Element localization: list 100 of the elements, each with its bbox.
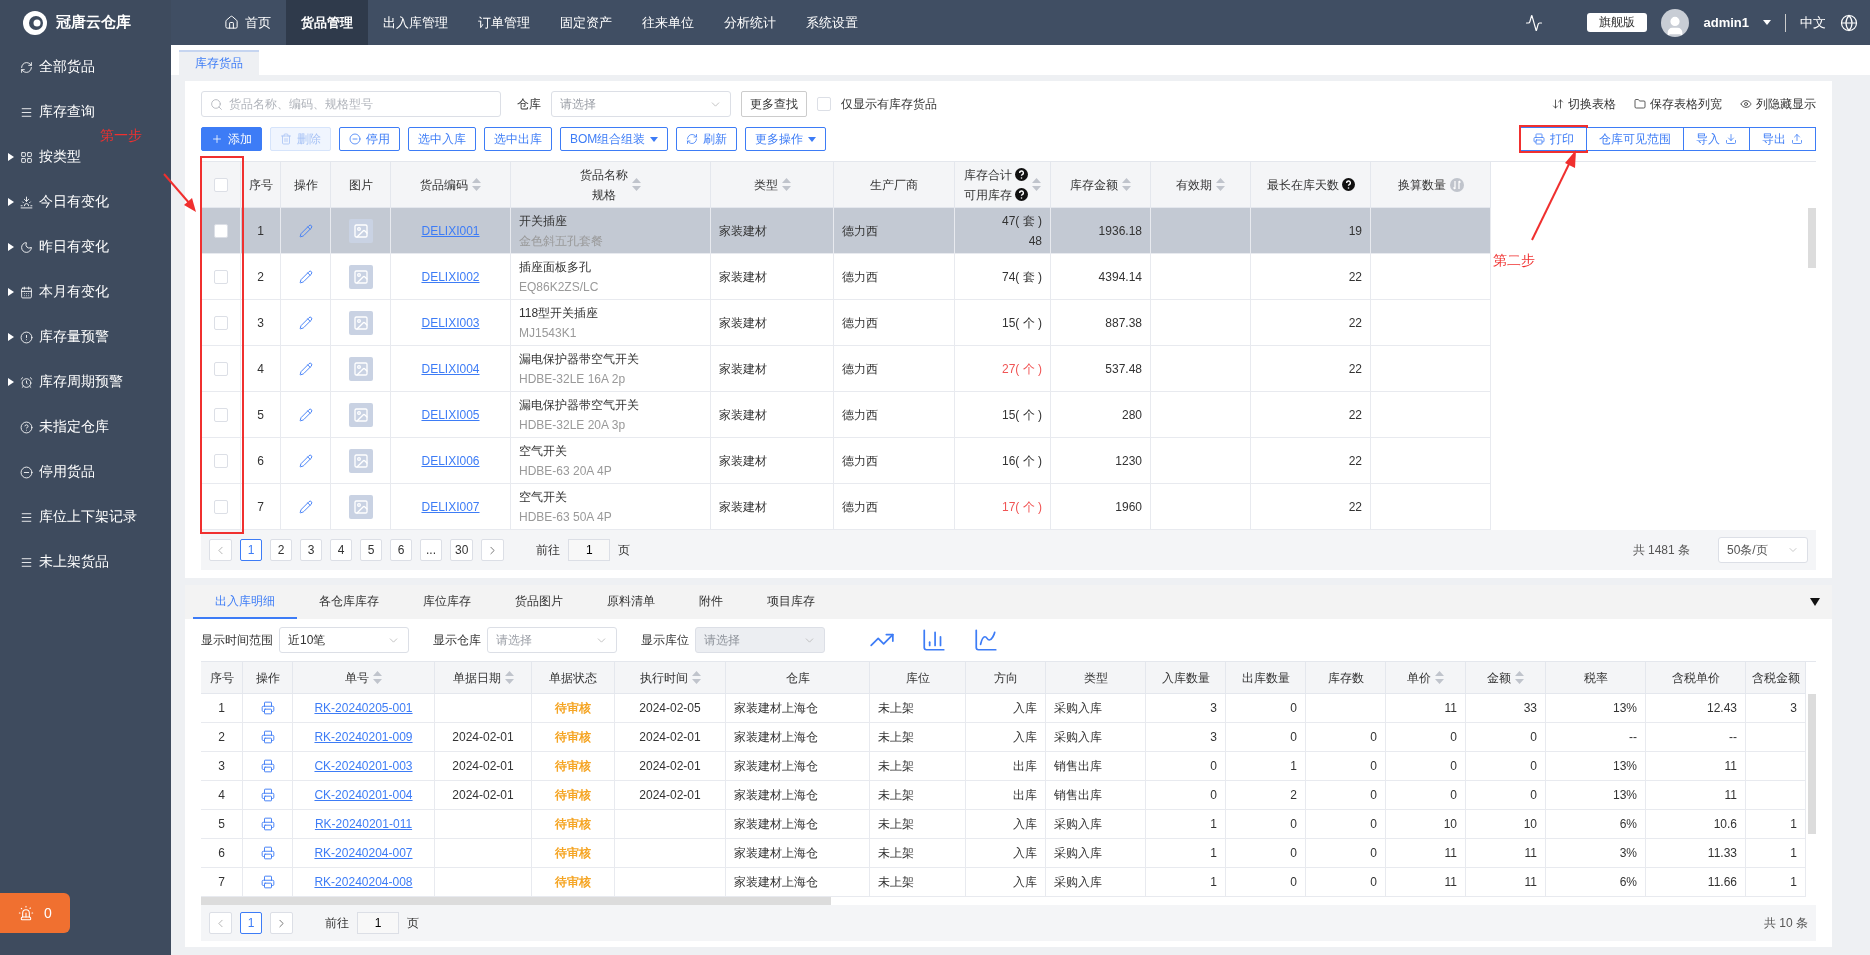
table-action-button[interactable]: 打印 [1521,128,1586,150]
print-icon[interactable] [260,875,275,889]
previous-page-button[interactable] [209,539,232,561]
page-button[interactable]: 30 [450,539,474,561]
row-checkbox[interactable] [213,315,228,330]
table-option-link[interactable]: 切换表格 [1552,95,1616,113]
user-name[interactable]: admin1 [1703,15,1749,30]
swap-icon[interactable] [1449,177,1464,192]
sidebar-item[interactable]: 库存量预警 [0,323,171,351]
bar-chart-icon[interactable] [921,627,947,653]
row-checkbox[interactable] [213,407,228,422]
toolbar-button[interactable]: 选中入库 [408,127,476,151]
row-checkbox[interactable] [213,361,228,376]
document-number-link[interactable]: RK-20240201-009 [314,727,413,747]
nav-tab[interactable]: 系统设置 [791,0,873,45]
page-size-select[interactable]: 50条/页 [1718,537,1808,563]
sort-icon[interactable] [373,671,382,684]
page-input[interactable]: 1 [568,539,611,561]
more-search-button[interactable]: 更多查找 [741,91,807,117]
next-page-button[interactable] [481,539,505,561]
collapse-icon[interactable] [1810,598,1820,606]
previous-page-button[interactable] [209,912,232,934]
document-number-link[interactable]: RK-20240201-011 [314,814,413,834]
language-menu[interactable]: 中文 [1800,13,1826,32]
page-button[interactable]: 6 [390,539,412,561]
sidebar-item[interactable]: 库位上下架记录 [0,503,171,531]
detail-tab[interactable]: 项目库存 [745,585,837,619]
goods-code-link[interactable]: DELIXI004 [421,358,480,379]
row-checkbox[interactable] [213,499,228,514]
sort-icon[interactable] [1122,178,1131,191]
goods-code-link[interactable]: DELIXI005 [421,404,480,425]
sidebar-item[interactable]: 按类型 [0,143,171,171]
sidebar-item[interactable]: 今日有变化 [0,188,171,216]
sidebar-item[interactable]: 停用货品 [0,458,171,486]
document-number-link[interactable]: RK-20240204-007 [314,843,413,863]
edit-icon[interactable] [298,407,313,422]
sort-icon[interactable] [632,178,641,191]
sort-icon[interactable] [472,178,481,191]
document-number-link[interactable]: CK-20240201-003 [314,756,413,776]
toolbar-button[interactable]: 停用 [339,127,400,151]
nav-tab[interactable]: 往来单位 [627,0,709,45]
page-button[interactable]: 4 [330,539,352,561]
print-icon[interactable] [260,788,275,802]
detail-tab[interactable]: 库位库存 [401,585,493,619]
document-number-link[interactable]: CK-20240201-004 [314,785,413,805]
edit-icon[interactable] [298,269,313,284]
sort-icon[interactable] [781,178,791,191]
nav-tab[interactable]: 首页 [209,0,286,45]
sort-icon[interactable] [1515,671,1524,684]
nav-tab[interactable]: 出入库管理 [368,0,463,45]
next-page-button[interactable] [270,912,293,934]
detail-tab[interactable]: 原料清单 [585,585,677,619]
table-option-link[interactable]: 列隐藏显示 [1740,95,1816,113]
document-number-link[interactable]: RK-20240205-001 [314,698,413,718]
toolbar-button[interactable]: 刷新 [676,127,738,151]
nav-tab[interactable]: 固定资产 [545,0,627,45]
sidebar-item[interactable]: 本月有变化 [0,278,171,306]
sort-icon[interactable] [691,671,701,684]
sidebar-item[interactable]: 未上架货品 [0,548,171,576]
toolbar-button[interactable]: BOM组合组装 [560,127,669,151]
sidebar-item[interactable]: 库存周期预警 [0,368,171,396]
page-button[interactable]: 3 [300,539,322,561]
sidebar-item[interactable]: 全部货品 [0,53,171,81]
print-icon[interactable] [260,817,275,831]
toolbar-button[interactable]: 选中出库 [484,127,552,151]
sort-icon[interactable] [1435,671,1444,684]
detail-tab[interactable]: 货品图片 [493,585,585,619]
page-button[interactable]: 2 [270,539,292,561]
table-option-link[interactable]: 保存表格列宽 [1634,95,1722,113]
nav-tab[interactable]: 货品管理 [286,0,368,45]
toolbar-button[interactable]: 添加 [201,127,262,151]
edit-icon[interactable] [298,453,313,468]
print-icon[interactable] [260,759,275,773]
goods-code-link[interactable]: DELIXI006 [421,450,480,471]
row-checkbox[interactable] [213,269,228,284]
edit-icon[interactable] [298,315,313,330]
select-all-checkbox[interactable] [213,177,228,192]
page-tab[interactable]: 库存货品 [179,50,259,75]
row-checkbox[interactable] [213,453,228,468]
page-button[interactable]: 1 [240,539,262,561]
checkbox[interactable] [817,97,831,111]
detail-tab[interactable]: 附件 [677,585,745,619]
page-button[interactable]: 1 [240,912,262,934]
edit-icon[interactable] [298,361,313,376]
edit-icon[interactable] [298,499,313,514]
sidebar-item[interactable]: 未指定仓库 [0,413,171,441]
sidebar-item[interactable]: 库存查询 [0,98,171,126]
detail-tab[interactable]: 出入库明细 [193,585,297,619]
row-checkbox[interactable] [213,223,228,238]
filter-select[interactable]: 近10笔 [279,627,409,653]
goods-code-link[interactable]: DELIXI002 [421,266,480,287]
goods-code-link[interactable]: DELIXI007 [421,496,480,517]
globe-icon[interactable] [1840,13,1858,32]
line-chart-icon[interactable] [973,627,999,653]
page-button[interactable]: ... [420,539,442,561]
sort-icon[interactable] [1216,178,1225,191]
edit-icon[interactable] [298,223,313,238]
page-button[interactable]: 5 [360,539,382,561]
sidebar-item[interactable]: 昨日有变化 [0,233,171,261]
sort-icon[interactable] [504,671,514,684]
